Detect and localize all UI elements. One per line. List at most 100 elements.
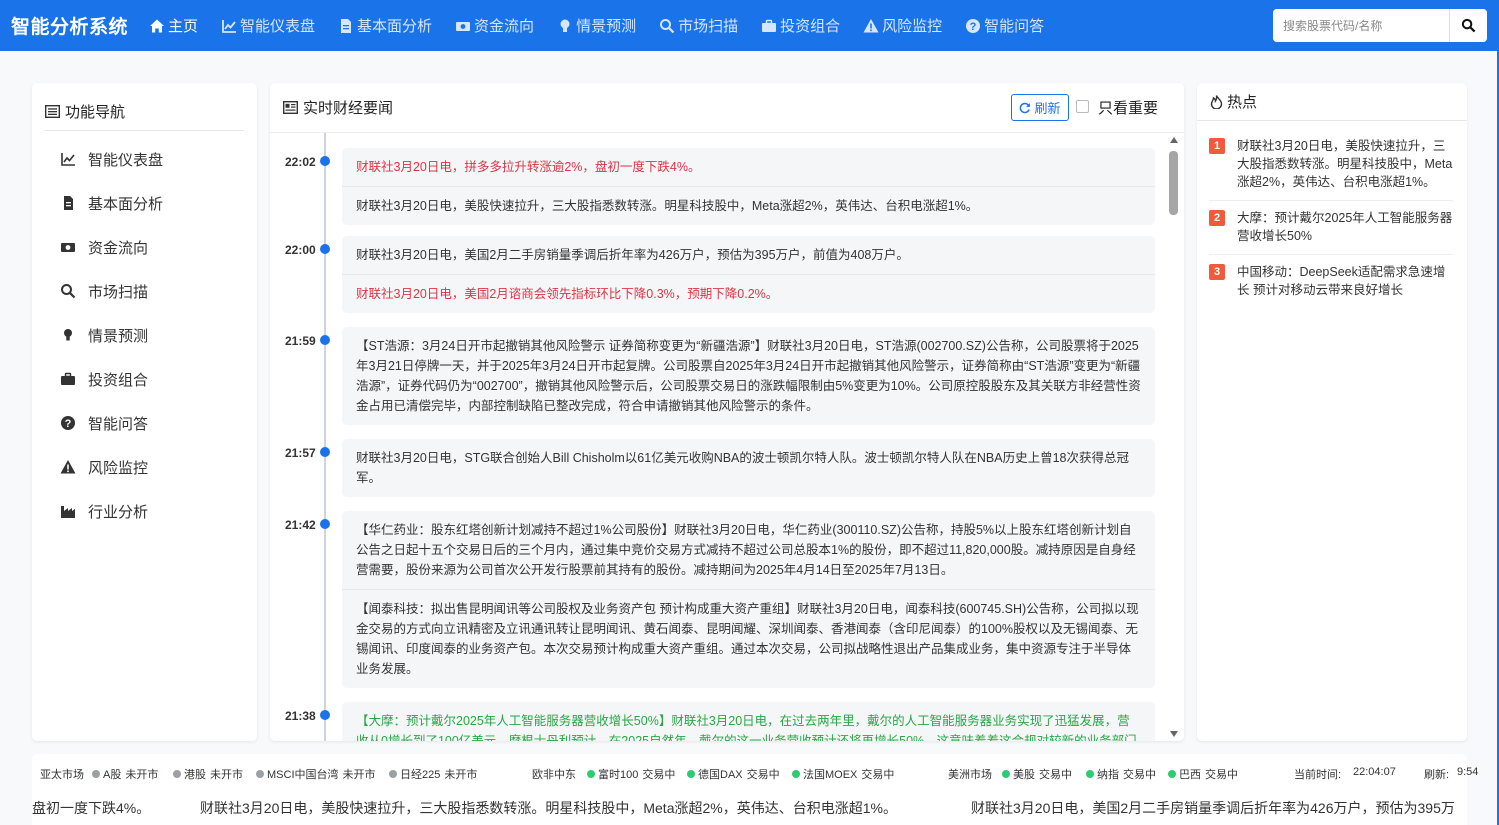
market-status-item: MSCI中国台湾 未开市 [256,766,376,782]
ticker-item[interactable]: 财联社3月20日电，美股快速拉升，三大股指悉数转涨。明星科技股中，Meta涨超2… [200,798,897,818]
market-status-item: 法国MOEX 交易中 [792,766,894,782]
news-item[interactable]: 财联社3月20日电，美股快速拉升，三大股指悉数转涨。明星科技股中，Meta涨超2… [342,187,1155,225]
sidebar-item-industry[interactable]: 行业分析 [32,489,257,533]
briefcase-icon [762,19,777,32]
nav-scenario[interactable]: 情景预测 [557,0,636,51]
news-item[interactable]: 财联社3月20日电，拼多多拉升转涨逾2%，盘初一度下跌4%。 [342,148,1155,187]
home-icon [150,19,164,32]
news-item[interactable]: 财联社3月20日电，美国2月谘商会领先指标环比下降0.3%，预期下降0.2%。 [342,275,1155,313]
news-card: 财联社3月20日电，STG联合创始人Bill Chisholm以61亿美元收购N… [342,439,1155,497]
fire-icon [1210,94,1223,109]
sidebar-item-scenario[interactable]: 情景预测 [32,313,257,357]
sidebar-item-capital-flow[interactable]: 资金流向 [32,225,257,269]
sidebar-item-dashboard[interactable]: 智能仪表盘 [32,137,257,181]
nav-fundamental[interactable]: 基本面分析 [338,0,432,51]
news-item[interactable]: 【华仁药业：股东红塔创新计划减持不超过1%公司股份】财联社3月20日电，华仁药业… [342,511,1155,590]
hot-panel: 热点 1 财联社3月20日电，美股快速拉升，三大股指悉数转涨。明星科技股中，Me… [1197,83,1467,741]
search-icon [660,18,675,33]
industry-icon [61,506,75,518]
nav-dashboard[interactable]: 智能仪表盘 [221,0,315,51]
refresh-icon [1020,102,1031,113]
news-time: 21:42 [285,518,316,532]
sidebar-item-portfolio[interactable]: 投资组合 [32,357,257,401]
function-nav-header: 功能导航 [45,83,244,131]
important-only-checkbox[interactable] [1076,100,1089,113]
status-dot [587,770,595,778]
news-panel-title: 实时财经要闻 [283,97,393,118]
status-dot [256,770,264,778]
list-icon [45,105,60,118]
main-nav: 主页 智能仪表盘 基本面分析 资金流向 情景预测 市场扫描 投资组合 风险监控 [149,0,1067,51]
function-nav-panel: 功能导航 智能仪表盘 基本面分析 资金流向 市场扫描 情景预测 投资组合 ? 智… [32,83,257,741]
lightbulb-icon [560,19,570,32]
hot-item-text: 大摩：预计戴尔2025年人工智能服务器营收增长50% [1237,211,1453,243]
timeline-dot [320,156,330,166]
news-item[interactable]: 财联社3月20日电，STG联合创始人Bill Chisholm以61亿美元收购N… [342,439,1155,497]
market-status-item: 巴西 交易中 [1168,766,1238,782]
refresh-button[interactable]: 刷新 [1011,94,1069,121]
nav-portfolio[interactable]: 投资组合 [761,0,840,51]
lightbulb-icon [64,329,72,341]
timeline-dot [320,519,330,529]
nav-market-scan[interactable]: 市场扫描 [659,0,738,51]
market-region-asia: 亚太市场 [40,769,84,781]
search-button[interactable] [1449,9,1487,42]
status-dot [389,770,397,778]
news-item[interactable]: 【大摩：预计戴尔2025年人工智能服务器营收增长50%】财联社3月20日电，在过… [342,702,1155,741]
timeline-dot [320,244,330,254]
status-dot [687,770,695,778]
chart-line-icon [222,19,237,33]
hot-item[interactable]: 1 财联社3月20日电，美股快速拉升，三大股指悉数转涨。明星科技股中，Meta涨… [1209,129,1453,201]
timeline-dot [320,710,330,720]
search-icon [1461,18,1476,33]
sidebar-list: 智能仪表盘 基本面分析 资金流向 市场扫描 情景预测 投资组合 ? 智能问答 风 [32,131,257,533]
app-title[interactable]: 智能分析系统 [11,12,139,39]
sidebar-item-market-scan[interactable]: 市场扫描 [32,269,257,313]
file-icon [341,18,352,33]
market-region-america: 美洲市场 [948,769,992,781]
scroll-thumb[interactable] [1169,151,1178,215]
news-item[interactable]: 财联社3月20日电，美国2月二手房销量季调后折年率为426万户，预估为395万户… [342,236,1155,275]
sidebar-item-risk[interactable]: 风险监控 [32,445,257,489]
sidebar-item-fundamental[interactable]: 基本面分析 [32,181,257,225]
news-scrollbar[interactable] [1168,135,1182,741]
nav-capital-flow[interactable]: 资金流向 [455,0,534,51]
current-time: 22:04:07 [1353,766,1396,778]
news-time: 22:00 [285,243,316,257]
market-status-row: 亚太市场 A股 未开市 港股 未开市 MSCI中国台湾 未开市 日经225 未开市 欧非… [32,762,1478,784]
scroll-up-arrow[interactable] [1170,137,1178,143]
hot-rank-badge: 3 [1209,264,1225,280]
money-icon [456,21,471,31]
news-time: 21:59 [285,334,316,348]
news-item[interactable]: 【ST浩源：3月24日开市起撤销其他风险警示 证券简称变更为“新疆浩源”】财联社… [342,327,1155,425]
warning-icon [863,18,879,32]
news-time: 22:02 [285,155,316,169]
nav-risk[interactable]: 风险监控 [863,0,942,51]
status-dot [1002,770,1010,778]
warning-icon [60,460,76,474]
nav-qa[interactable]: ? 智能问答 [965,0,1044,51]
sidebar-item-qa[interactable]: ? 智能问答 [32,401,257,445]
newspaper-icon [283,101,298,114]
nav-home[interactable]: 主页 [149,0,198,51]
hot-panel-title: 热点 [1227,94,1258,111]
status-dot [173,770,181,778]
news-ticker: 盘初一度下跌4%。 财联社3月20日电，美股快速拉升，三大股指悉数转涨。明星科技… [32,798,1467,820]
question-icon: ? [966,18,981,33]
hot-rank-badge: 1 [1209,138,1225,154]
timeline-dot [320,335,330,345]
market-status-item: 德国DAX 交易中 [687,766,780,782]
hot-item[interactable]: 3 中国移动：DeepSeek适配需求急速增长 预计对移动云带来良好增长 [1209,255,1453,308]
ticker-item[interactable]: 财联社3月20日电，美国2月二手房销量季调后折年率为426万户，预估为395万 [971,798,1455,818]
status-dot [1168,770,1176,778]
svg-text:?: ? [970,21,977,33]
market-status-item: 纳指 交易中 [1086,766,1156,782]
news-item[interactable]: 【闻泰科技：拟出售昆明闻讯等公司股权及业务资产包 预计构成重大资产重组】财联社3… [342,590,1155,688]
news-card: 财联社3月20日电，美国2月二手房销量季调后折年率为426万户，预估为395万户… [342,236,1155,313]
search-input[interactable] [1273,9,1449,42]
stock-search [1273,9,1487,42]
hot-item[interactable]: 2 大摩：预计戴尔2025年人工智能服务器营收增长50% [1209,201,1453,255]
scroll-down-arrow[interactable] [1170,731,1178,737]
file-icon [64,196,73,210]
ticker-item[interactable]: 盘初一度下跌4%。 [32,798,150,818]
